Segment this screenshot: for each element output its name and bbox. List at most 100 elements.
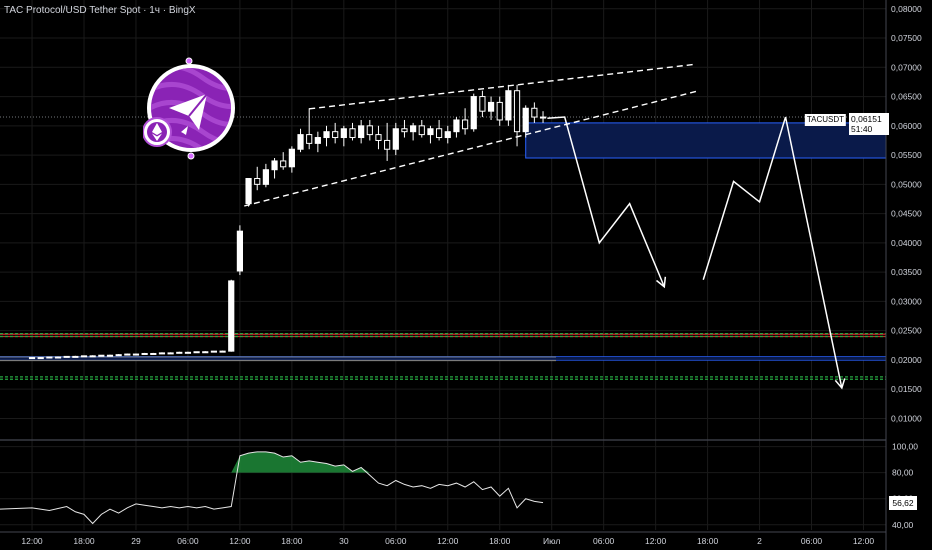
candle-body — [513, 90, 521, 133]
candle-body — [176, 351, 183, 354]
candle-body — [158, 352, 166, 355]
candle-body — [418, 125, 425, 136]
candle-body — [461, 119, 469, 130]
candle-body — [522, 107, 529, 133]
candle-body — [539, 116, 547, 119]
candle-body — [184, 351, 192, 354]
candle-body — [210, 350, 218, 353]
support-band — [0, 356, 886, 360]
candle-body — [375, 134, 382, 141]
time-tick-label: 12:00 — [645, 536, 667, 546]
candle-body — [531, 107, 538, 118]
time-tick-label: 12:00 — [853, 536, 875, 546]
candle-body — [444, 131, 451, 139]
candle-body — [202, 351, 209, 354]
price-tick-label: 0,01500 — [891, 384, 922, 394]
candle-body — [132, 353, 140, 356]
candle-body — [89, 355, 96, 358]
price-tick-label: 0,08000 — [891, 4, 922, 14]
rsi-overbought-fill — [0, 451, 544, 473]
time-tick-label: 12:00 — [21, 536, 43, 546]
candle-body — [306, 134, 313, 144]
tac-protocol-logo-icon — [143, 57, 235, 160]
price-label-countdown: 51:40 — [851, 124, 873, 134]
candle-body — [37, 357, 44, 360]
candle-body — [340, 128, 347, 139]
price-tick-label: 0,04500 — [891, 209, 922, 219]
demand-zone-rect — [525, 122, 887, 159]
rsi-tick-label: 100,00 — [892, 442, 918, 452]
price-tick-label: 0,06000 — [891, 121, 922, 131]
candle-body — [98, 354, 105, 357]
price-tick-label: 0,07500 — [891, 33, 922, 43]
time-tick-label: 06:00 — [801, 536, 823, 546]
time-tick-label: Июл — [543, 536, 560, 546]
rsi-indicator — [0, 439, 932, 525]
candle-body — [167, 352, 174, 355]
rsi-value-label: 56,62 — [889, 496, 917, 510]
candle-body — [46, 356, 53, 359]
trading-chart[interactable]: 0,08000 0,07500 0,07000 0,06500 0,06000 0,055… — [0, 0, 932, 550]
candle-body — [470, 96, 477, 130]
candle-body — [150, 352, 157, 355]
price-tick-label: 0,03000 — [891, 296, 922, 306]
price-tick-label: 0,04000 — [891, 238, 922, 248]
time-tick-label: 30 — [339, 536, 349, 546]
chart-title: TAC Protocol/USD Tether Spot · 1ч · Bing… — [4, 5, 196, 16]
candle-body — [72, 355, 79, 358]
candle-body — [410, 125, 417, 133]
time-tick-label: 06:00 — [385, 536, 407, 546]
candle-body — [323, 131, 330, 139]
candle-body — [28, 357, 36, 360]
candle-body — [193, 351, 200, 354]
price-label-price: 0,06151 — [851, 114, 882, 124]
candle-body — [141, 352, 148, 355]
candle-body — [349, 128, 356, 139]
price-tick-label: 0,05500 — [891, 150, 922, 160]
rsi-tick-label: 80,00 — [892, 468, 914, 478]
candle-body — [392, 128, 399, 150]
candle-body — [288, 148, 295, 168]
horizontal-levels — [0, 332, 886, 380]
candle-body — [436, 128, 443, 139]
candle-body — [332, 131, 339, 139]
candle-body — [124, 353, 131, 356]
price-tick-label: 0,02000 — [891, 355, 922, 365]
chart-grid — [0, 0, 886, 530]
price-tick-label: 0,07000 — [891, 62, 922, 72]
candle-body — [219, 350, 226, 353]
candle-body — [280, 160, 287, 168]
candle-body — [80, 355, 88, 358]
time-tick-label: 06:00 — [177, 536, 199, 546]
axes: 0,08000 0,07500 0,07000 0,06500 0,06000 0,055… — [0, 0, 932, 550]
demand-zone — [0, 116, 887, 159]
time-tick-label: 06:00 — [593, 536, 615, 546]
candle-body — [358, 125, 365, 139]
candle-body — [427, 128, 434, 136]
time-tick-label: 2 — [757, 536, 762, 546]
price-label-symbol: TACUSDT — [804, 114, 846, 126]
candle-body — [479, 96, 486, 112]
candle-body — [487, 101, 495, 112]
price-tick-label: 0,03500 — [891, 267, 922, 277]
candle-body — [505, 90, 512, 121]
candle-body — [115, 354, 122, 357]
time-tick-label: 18:00 — [73, 536, 95, 546]
candle-body — [384, 139, 391, 150]
price-tick-label: 0,02500 — [891, 326, 922, 336]
candle-body — [401, 128, 408, 133]
time-tick-label: 18:00 — [697, 536, 719, 546]
candle-body — [262, 169, 269, 185]
candle-body — [366, 125, 373, 136]
candle-body — [297, 134, 304, 150]
candle-body — [314, 137, 321, 144]
time-tick-label: 12:00 — [229, 536, 251, 546]
price-tick-label: 0,06500 — [891, 92, 922, 102]
rsi-tick-label: 40,00 — [892, 520, 914, 530]
candle-body — [228, 280, 235, 352]
candle-body — [106, 354, 114, 357]
current-price-label: TACUSDT 0,06151 51:40 — [804, 113, 889, 135]
candle-body — [496, 101, 503, 121]
price-tick-label: 0,05000 — [891, 179, 922, 189]
candle-body — [254, 177, 261, 185]
